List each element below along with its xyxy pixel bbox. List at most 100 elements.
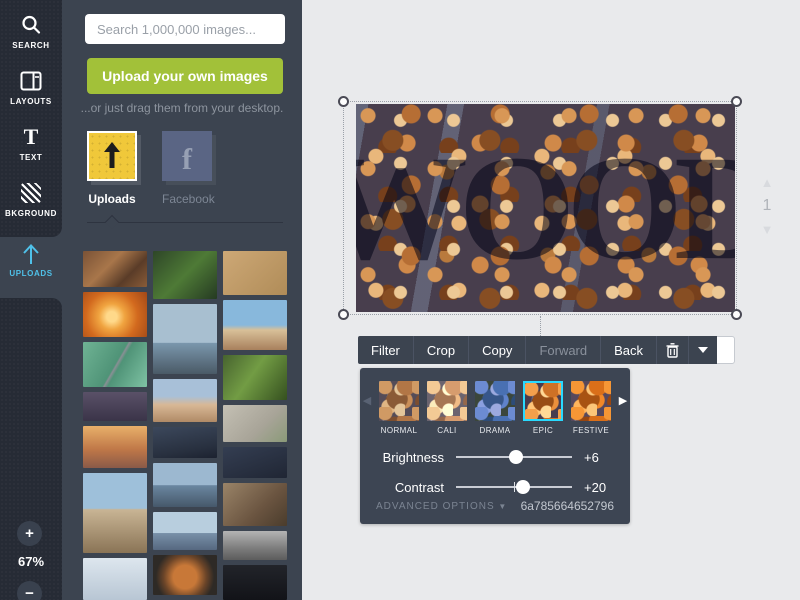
thumb-wooden-pier[interactable] [83,473,147,553]
thumb-beach-cliff[interactable] [223,300,287,349]
filter-code: 6a785664652796 [521,499,614,513]
sidebar-item-label: LAYOUTS [10,97,52,106]
copy-button[interactable]: Copy [469,336,526,364]
resize-handle-top-right[interactable] [731,96,742,107]
filter-option-normal[interactable]: NORMAL [378,381,420,435]
page-up-icon[interactable]: ▲ [761,176,774,189]
filter-scroll-right-icon[interactable]: ▶ [618,381,628,421]
facebook-icon: f [182,145,192,175]
filter-label: DRAMA [480,426,511,435]
sidebar-item-search[interactable]: SEARCH [0,12,62,68]
forward-button[interactable]: Forward [526,336,601,364]
thumb-city-skyline[interactable] [153,512,217,550]
sidebar-item-layouts[interactable]: LAYOUTS [0,68,62,124]
brightness-slider-knob[interactable] [509,450,523,464]
filter-button[interactable]: Filter [358,336,414,364]
contrast-slider-center-tick [514,482,515,492]
tab-uploads-label[interactable]: Uploads [87,192,137,206]
zoom-in-button[interactable]: + [17,521,42,546]
thumb-dark-photo[interactable] [223,565,287,600]
thumb-night-sky[interactable] [223,447,287,479]
zoom-out-button[interactable]: − [17,581,42,600]
filter-strip: ◀ NORMAL CALI DRAMA EPIC [360,368,630,435]
context-toolbar: Filter Crop Copy Forward Back [358,336,735,364]
more-options-button[interactable] [689,336,717,364]
icon-rail-top-group: SEARCH LAYOUTS T TEXT BKGROUND [0,0,62,237]
filter-thumb-drama [475,381,515,421]
thumb-clouds[interactable] [83,558,147,600]
search-icon [20,12,42,38]
gallery-column [83,251,147,600]
filter-option-festive[interactable]: FESTIVE [570,381,612,435]
thumb-purple-dusk[interactable] [83,392,147,421]
resize-handle-bottom-right[interactable] [731,309,742,320]
thumb-grass[interactable] [223,355,287,400]
thumb-wood-logs[interactable] [83,251,147,287]
thumb-wine-glasses[interactable] [153,304,217,374]
upload-arrow-icon [20,242,42,266]
page-indicator: ▲ 1 ▼ [754,176,780,236]
thumb-lock-chain-door[interactable] [83,342,147,387]
crop-button[interactable]: Crop [414,336,469,364]
thumb-bicycle[interactable] [223,405,287,442]
filter-label: FESTIVE [573,426,609,435]
icon-rail: SEARCH LAYOUTS T TEXT BKGROUND UPLOADS [0,0,62,600]
filter-panel-footer: ADVANCED OPTIONS ▼ 6a785664652796 [376,499,614,513]
sidebar-item-text[interactable]: T TEXT [0,124,62,180]
thumb-beach-couple[interactable] [153,379,217,422]
drag-drop-caption: ...or just drag them from your desktop. [62,101,302,115]
selection-toolbar-connector [540,316,541,336]
sidebar-item-label: BKGROUND [5,209,57,218]
contrast-slider-row: Contrast +20 [376,479,614,495]
thumb-sunset-lightbulb[interactable] [83,292,147,337]
thumb-cardboard[interactable] [223,251,287,295]
trash-icon [666,343,679,358]
brightness-slider[interactable] [456,456,572,458]
gallery-column [153,251,217,600]
tab-facebook-label[interactable]: Facebook [162,192,212,206]
uploads-gallery [83,251,289,600]
filter-scroll-left-icon[interactable]: ◀ [362,381,372,421]
brightness-slider-row: Brightness +6 [376,449,614,465]
design-canvas: WOOD Filter Crop Copy Forward Back [302,0,800,600]
thumb-green-foliage[interactable] [153,251,217,299]
advanced-options-toggle[interactable]: ADVANCED OPTIONS ▼ [376,501,507,512]
resize-handle-top-left[interactable] [338,96,349,107]
thumb-bw-city[interactable] [223,531,287,561]
chevron-down-icon [698,347,708,353]
resize-handle-bottom-left[interactable] [338,309,349,320]
filter-thumb-normal [379,381,419,421]
thumb-photographer[interactable] [223,483,287,525]
upload-images-button[interactable]: Upload your own images [87,58,283,94]
page-down-icon[interactable]: ▼ [761,223,774,236]
sidebar-item-uploads[interactable]: UPLOADS [0,242,62,294]
text-icon: T [24,124,39,150]
contrast-value: +20 [584,480,614,495]
sidebar-item-label: UPLOADS [9,269,52,278]
filter-label: CALI [437,426,456,435]
search-input[interactable] [85,14,285,44]
sidebar-item-bkground[interactable]: BKGROUND [0,180,62,236]
thumb-star-trails[interactable] [153,427,217,458]
thumb-food-plate[interactable] [153,555,217,595]
thumb-man-by-lake[interactable] [153,463,217,507]
brightness-value: +6 [584,450,614,465]
contrast-slider[interactable] [456,486,572,488]
contrast-label: Contrast [376,480,444,495]
back-button[interactable]: Back [601,336,657,364]
filter-option-cali[interactable]: CALI [426,381,468,435]
thumb-sunset-sea[interactable] [83,426,147,468]
layouts-icon [20,68,42,94]
selection-box [343,101,737,315]
filter-thumb-festive [571,381,611,421]
filter-option-drama[interactable]: DRAMA [474,381,516,435]
advanced-options-label: ADVANCED OPTIONS [376,501,495,512]
tab-facebook[interactable]: f [162,131,212,181]
sidebar-item-label: TEXT [20,153,43,162]
filter-panel: ◀ NORMAL CALI DRAMA EPIC [360,368,630,524]
filter-option-epic[interactable]: EPIC [522,381,564,435]
contrast-slider-knob[interactable] [516,480,530,494]
delete-button[interactable] [657,336,689,364]
tab-uploads[interactable] [87,131,137,181]
filter-thumb-epic [523,381,563,421]
